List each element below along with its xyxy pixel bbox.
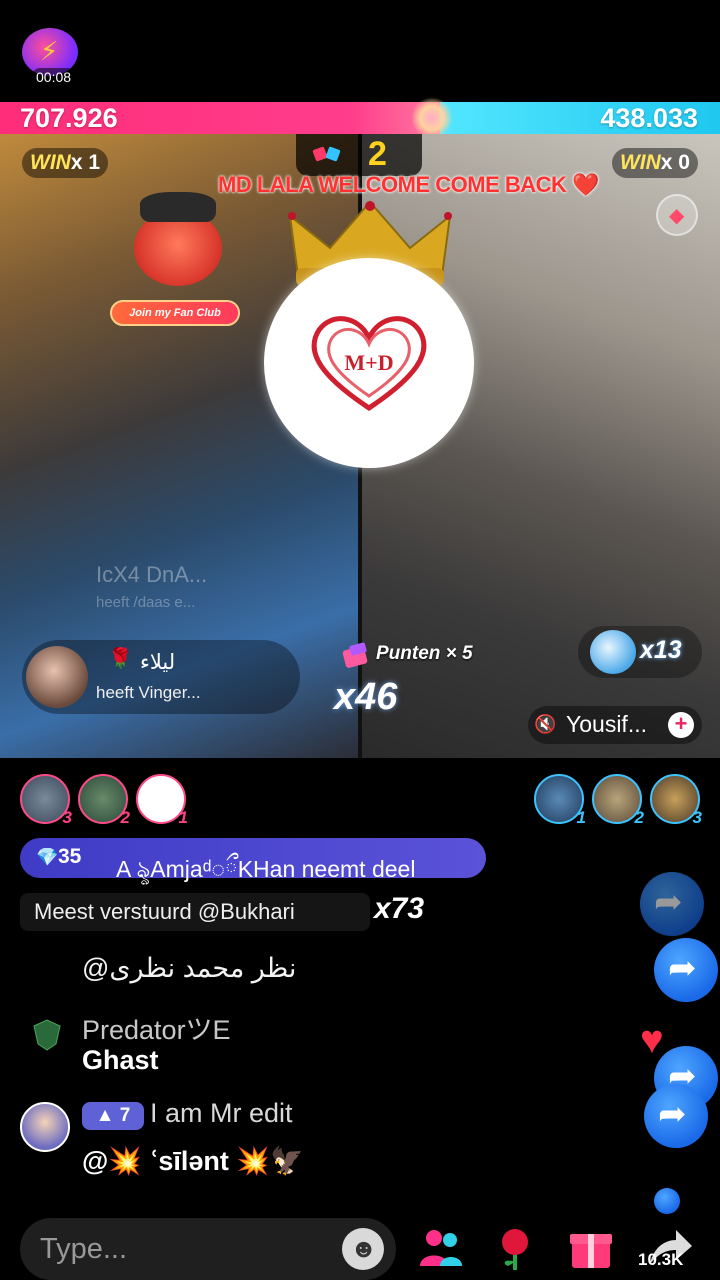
round-number: 2 [368, 135, 387, 173]
win-label: WIN [30, 151, 71, 174]
left-win-badge: WINx 1 [22, 148, 109, 178]
emoji-button[interactable]: ☻ [342, 1228, 384, 1270]
diamond-icon: 💎 [36, 847, 59, 867]
md-logo: M+D [264, 258, 474, 468]
right-score-segment: 438.033 [440, 102, 720, 134]
share-button[interactable]: ➦ [654, 938, 718, 1002]
faded-join-message: heeft /daas e... [96, 594, 196, 611]
share-button[interactable]: ➦ [640, 872, 704, 936]
right-combo-count: x13 [640, 636, 682, 664]
share-count: 10.3K [638, 1250, 684, 1269]
gift-box-icon[interactable] [566, 1222, 616, 1272]
rocket-icon: ◆ [669, 205, 685, 227]
gift-sender-name: ليلاء [140, 651, 176, 674]
chat-message: Ghast [82, 1045, 159, 1075]
share-button[interactable]: ➦ [644, 1084, 708, 1148]
boost-button[interactable]: ◆ [656, 194, 698, 236]
join-fan-club-button[interactable]: Join my Fan Club [110, 300, 240, 326]
right-gift-combo: x13 [578, 626, 702, 678]
mini-share-icon [654, 1188, 680, 1214]
left-win-count: x 1 [70, 151, 101, 174]
points-multiplier: Punten × 5 [376, 643, 473, 664]
mascot-avatar [126, 192, 230, 300]
versus-icon [312, 146, 341, 162]
viewer-rank: 3 [62, 808, 72, 827]
top-sender-combo: x73 [374, 892, 425, 925]
avatar[interactable] [20, 1102, 70, 1152]
battle-timer: 00:08 [32, 68, 76, 86]
top-viewer-right-3[interactable]: 3 [650, 774, 702, 827]
viewer-rank: 1 [576, 808, 586, 827]
viewer-rank: 2 [120, 808, 130, 827]
viewer-rank: 2 [634, 808, 644, 827]
left-combo-count: x46 [334, 676, 398, 718]
top-sender-text: Meest verstuurd @Bukhari [34, 899, 295, 924]
top-viewer-left-2[interactable]: 2 [78, 774, 130, 827]
viewer-rank: 3 [692, 808, 702, 827]
heart-icon: ♥ [640, 1018, 664, 1062]
comment-input[interactable] [40, 1232, 340, 1266]
muted-speaker-icon: 🔇 [534, 714, 557, 734]
left-score: 707.926 [20, 103, 118, 133]
join-notice: 💎 35 A ৡAmjaᵈ◌ྀKHan neemt deel [20, 838, 486, 882]
level-badge: ▲ 7 [82, 1102, 144, 1130]
faded-join-name: IcX4 DnA... [96, 562, 208, 587]
rose-icon: 🌹 [108, 648, 133, 670]
cohost-label[interactable]: 🔇 Yousif... + [528, 706, 702, 744]
right-score: 438.033 [600, 103, 698, 133]
top-viewer-left-3[interactable]: 1 [136, 774, 188, 827]
right-win-badge: WINx 0 [611, 148, 698, 178]
avatar [26, 646, 88, 708]
top-viewer-right-2[interactable]: 2 [592, 774, 644, 827]
predator-badge-icon [33, 1019, 61, 1051]
follow-plus-button[interactable]: + [668, 712, 694, 738]
top-sender-banner: Meest verstuurd @Bukhari [20, 893, 370, 931]
chat-username[interactable]: I am Mr edit [150, 1098, 293, 1129]
join-level: 35 [58, 845, 82, 868]
battle-timer-badge: ⚡ 00:08 [18, 28, 82, 86]
multi-guest-icon[interactable] [416, 1222, 466, 1272]
comment-input-box[interactable] [20, 1218, 396, 1280]
share-arrow-icon: ➦ [654, 883, 683, 921]
chat-message: @نظر محمد نظری [82, 953, 297, 983]
rose-gift-icon[interactable] [490, 1222, 540, 1272]
level-number: 7 [119, 1105, 131, 1126]
viewer-rank: 1 [178, 808, 188, 827]
chat-username[interactable]: PredatorツE [82, 1008, 231, 1047]
share-arrow-icon: ➦ [658, 1095, 687, 1133]
cohost-name: Yousif... [566, 711, 647, 737]
points-gift-icon [342, 642, 368, 668]
share-arrow-icon: ➦ [668, 949, 697, 987]
gift-notice: 🌹 ليلاء heeft Vinger... [22, 640, 300, 714]
logo-text: M+D [344, 350, 394, 375]
battle-score-bar: 707.926 438.033 [0, 102, 720, 134]
win-label: WIN [619, 151, 661, 174]
smile-icon: ☻ [350, 1233, 378, 1263]
top-viewer-left-1[interactable]: 3 [20, 774, 72, 827]
gift-icon [590, 630, 636, 674]
left-score-segment: 707.926 [0, 102, 440, 134]
round-indicator: 2 [296, 134, 422, 176]
chat-message: @💥 ՙsīlənt 💥🦅 [82, 1146, 304, 1176]
welcome-banner: MD LALA WELCOME COME BACK ❤️ [218, 172, 599, 197]
gift-message: heeft Vinger... [96, 683, 201, 702]
right-win-count: x 0 [660, 151, 690, 174]
top-viewer-right-1[interactable]: 1 [534, 774, 586, 827]
